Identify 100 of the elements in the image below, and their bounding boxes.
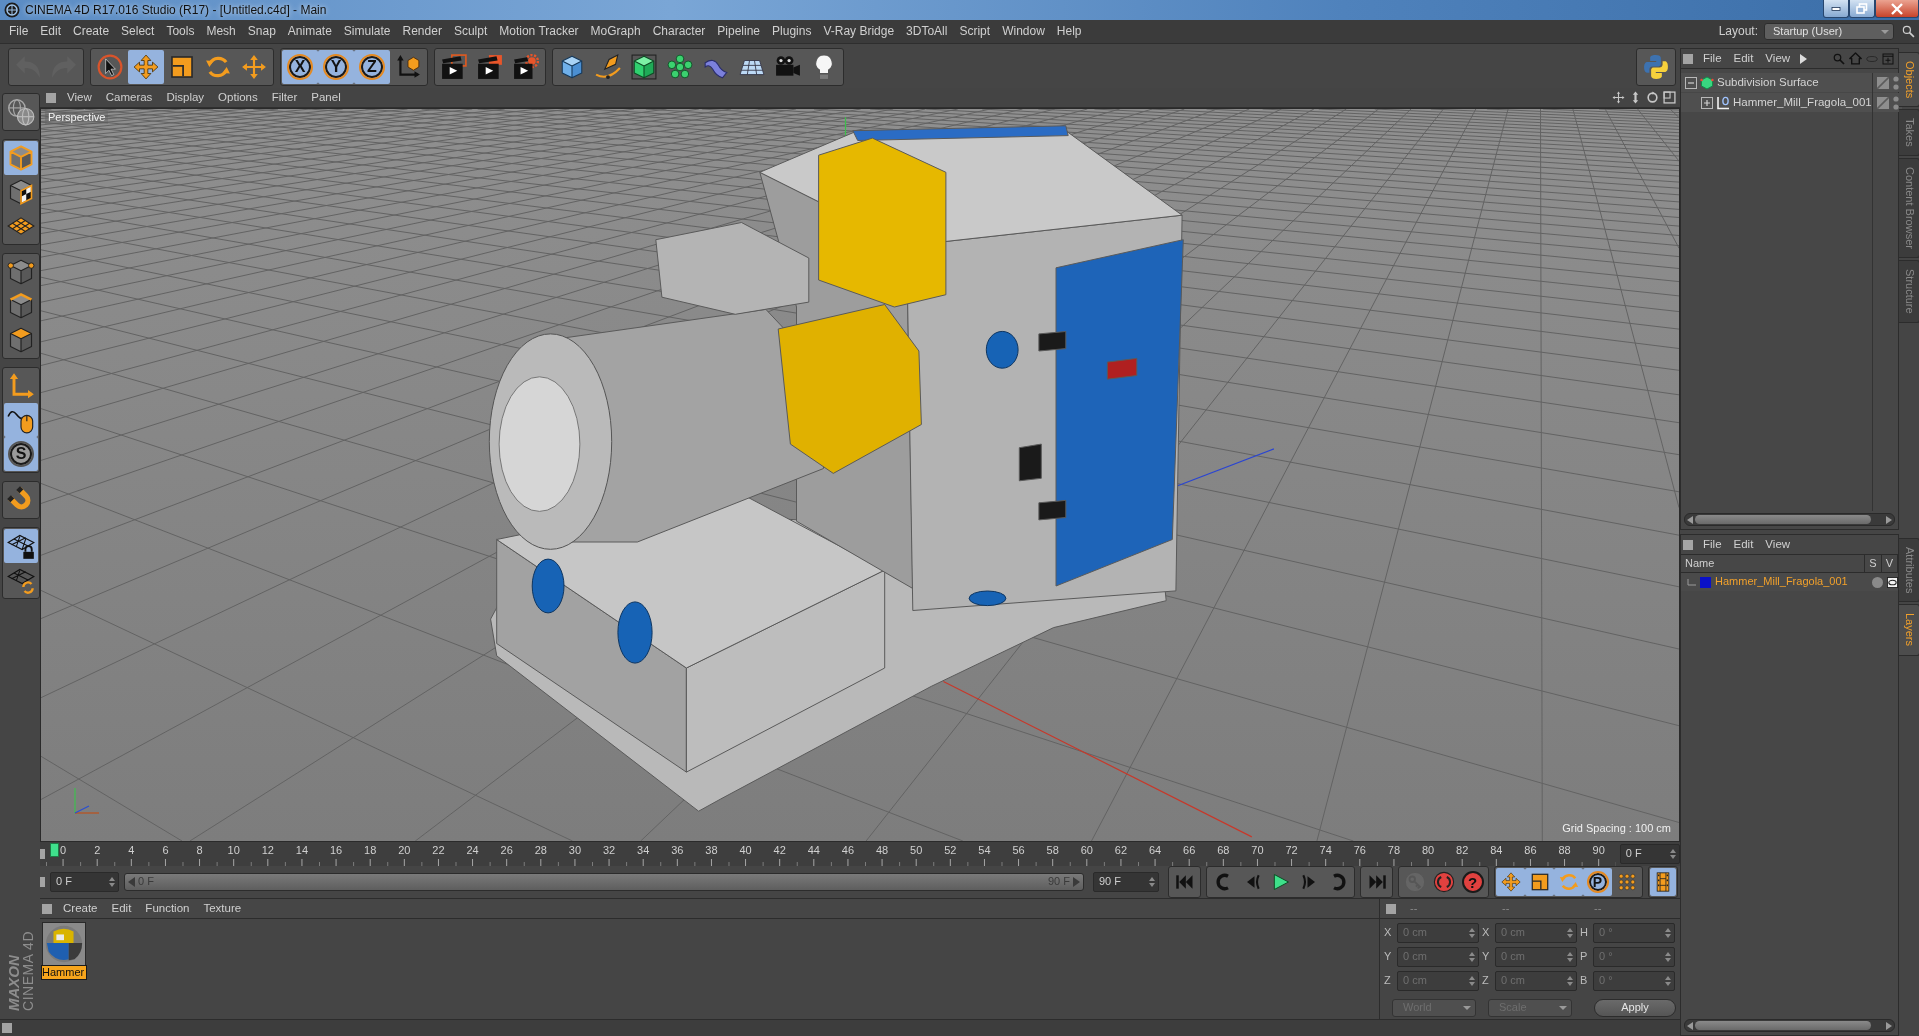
menu-item[interactable]: Texture — [196, 898, 249, 919]
end-frame-field[interactable]: 90 F — [1093, 872, 1159, 892]
menu-item[interactable]: Filter — [264, 87, 305, 108]
side-tab[interactable]: Objects — [1899, 52, 1919, 108]
snap-button[interactable]: S — [4, 437, 38, 471]
menu-item[interactable]: Snap — [241, 21, 282, 42]
object-row[interactable]: Subdivision Surface — [1681, 73, 1872, 92]
two-dots-icon — [1892, 75, 1899, 90]
menu-item[interactable]: 3DToAll — [900, 21, 954, 42]
left-arrow-icon — [128, 877, 135, 887]
menu-item[interactable]: Animate — [281, 21, 338, 42]
menu-item[interactable]: Edit — [1727, 48, 1760, 69]
menu-item[interactable]: Character — [646, 21, 712, 42]
horizontal-scrollbar[interactable] — [1684, 513, 1895, 526]
spinner-arrows-icon — [1149, 877, 1155, 887]
layer-color-swatch[interactable] — [1700, 576, 1711, 588]
home-icon — [1849, 52, 1862, 65]
move-tool-button[interactable] — [128, 50, 164, 84]
playhead-marker[interactable] — [50, 843, 59, 857]
menu-item[interactable]: Help — [1050, 21, 1088, 42]
close-button[interactable] — [1875, 0, 1919, 18]
menu-item[interactable]: Script — [953, 21, 997, 42]
parameter-key-button[interactable]: P — [1583, 868, 1612, 896]
cube-points-icon — [7, 258, 35, 286]
menu-item[interactable]: View — [1759, 48, 1797, 69]
side-tab[interactable]: Attributes — [1899, 538, 1919, 603]
menu-item[interactable]: View — [1759, 534, 1797, 555]
menu-item[interactable]: File — [1697, 48, 1728, 69]
position-key-button[interactable] — [1496, 868, 1525, 896]
menu-item[interactable]: Tools — [160, 21, 201, 42]
scrollbar-thumb[interactable] — [1695, 1021, 1871, 1030]
menu-item[interactable]: Simulate — [337, 21, 397, 42]
side-tab[interactable]: Content Browser — [1899, 158, 1919, 258]
scrollbar-thumb[interactable] — [1695, 515, 1871, 524]
frame-label: 10 — [227, 844, 240, 857]
caged-cube-icon — [631, 54, 657, 80]
search-icon — [1902, 25, 1915, 38]
menu-item[interactable]: Window — [996, 21, 1051, 42]
menu-item[interactable]: Options — [211, 87, 265, 108]
two-dots-icon — [1892, 95, 1899, 110]
frame-label: 72 — [1285, 844, 1298, 857]
menu-item[interactable]: Cameras — [98, 87, 160, 108]
grip-handle-icon — [2, 1023, 12, 1033]
skip-back-icon — [1174, 872, 1195, 892]
frame-label: 60 — [1080, 844, 1093, 857]
clapperboard-icon — [477, 54, 503, 80]
menu-item[interactable]: Plugins — [766, 21, 818, 42]
menu-item[interactable]: Select — [115, 21, 161, 42]
axis-lock-button[interactable]: X — [282, 50, 318, 84]
side-tab[interactable]: Structure — [1899, 260, 1919, 323]
menu-item[interactable]: Render — [396, 21, 448, 42]
frame-label: 32 — [602, 844, 616, 857]
menu-item[interactable]: View — [60, 87, 99, 108]
menu-item[interactable]: Edit — [1727, 534, 1760, 555]
slashed-square-icon — [1876, 96, 1889, 109]
menu-item[interactable]: Mesh — [200, 21, 242, 42]
grip-handle-icon — [1683, 53, 1693, 64]
axis-lock-button[interactable]: Y — [318, 50, 354, 84]
menu-item[interactable]: Sculpt — [447, 21, 494, 42]
timeline-ruler[interactable]: 0 2 4 6 8 10 12 14 16 18 20 22 24 26 28 30 32 34 36 38 40 42 44 46 48 50 52 54 56 58 60 62 64 66 68 70 72 74 76 78 80 82 84 86 88 90 — [46, 842, 1616, 866]
menu-item[interactable]: MoGraph — [584, 21, 647, 42]
menu-item[interactable]: Edit — [104, 898, 139, 919]
menu-item[interactable]: Display — [159, 87, 212, 108]
object-row[interactable]: Hammer_Mill_Fragola_001 — [1681, 93, 1872, 112]
menu-item[interactable]: V-Ray Bridge — [817, 21, 901, 42]
axis-icon — [7, 372, 35, 400]
dot-grid-icon — [1616, 872, 1637, 892]
axis-label: X — [1482, 926, 1491, 940]
layout-dropdown[interactable]: Startup (User) — [1764, 23, 1894, 40]
cursor-icon — [97, 54, 123, 80]
dot-icon — [1872, 576, 1883, 588]
menu-item[interactable]: Motion Tracker — [493, 21, 585, 42]
frame-label: 34 — [637, 844, 650, 857]
side-tab[interactable]: Layers — [1899, 604, 1919, 656]
frame-label: 48 — [875, 844, 889, 857]
frame-label: 0 — [60, 844, 67, 857]
tree-branch-icon — [1687, 578, 1696, 586]
start-frame-field[interactable]: 0 F — [50, 872, 119, 892]
3d-viewport[interactable]: Perspective Grid Spacing : 100 cm — [40, 108, 1680, 842]
menu-item[interactable]: File — [1697, 534, 1728, 555]
menu-item[interactable]: Function — [138, 898, 197, 919]
material-thumbnail[interactable] — [42, 922, 86, 966]
menu-item[interactable]: Pipeline — [711, 21, 767, 42]
menu-item[interactable]: Panel — [304, 87, 348, 108]
axis-lock-button[interactable]: Z — [354, 50, 390, 84]
menu-item[interactable]: Create — [67, 21, 116, 42]
lock-workplane-button[interactable] — [4, 529, 38, 563]
menu-item[interactable]: File — [3, 21, 35, 42]
material-name[interactable]: Hammer — [42, 966, 86, 979]
current-frame-field[interactable]: 0 F — [1619, 844, 1680, 864]
frame-label: 36 — [671, 844, 684, 857]
horizontal-scrollbar[interactable] — [1684, 1019, 1895, 1032]
frame-label: 62 — [1114, 844, 1128, 857]
minimize-button[interactable] — [1823, 0, 1849, 18]
axis-label: Y — [1384, 950, 1393, 964]
restore-button[interactable] — [1849, 0, 1875, 18]
axis-label: Y — [1482, 950, 1491, 964]
menu-item[interactable]: Create — [56, 898, 105, 919]
tweak-mode-button[interactable] — [4, 403, 38, 437]
menu-item[interactable]: Edit — [34, 21, 68, 42]
